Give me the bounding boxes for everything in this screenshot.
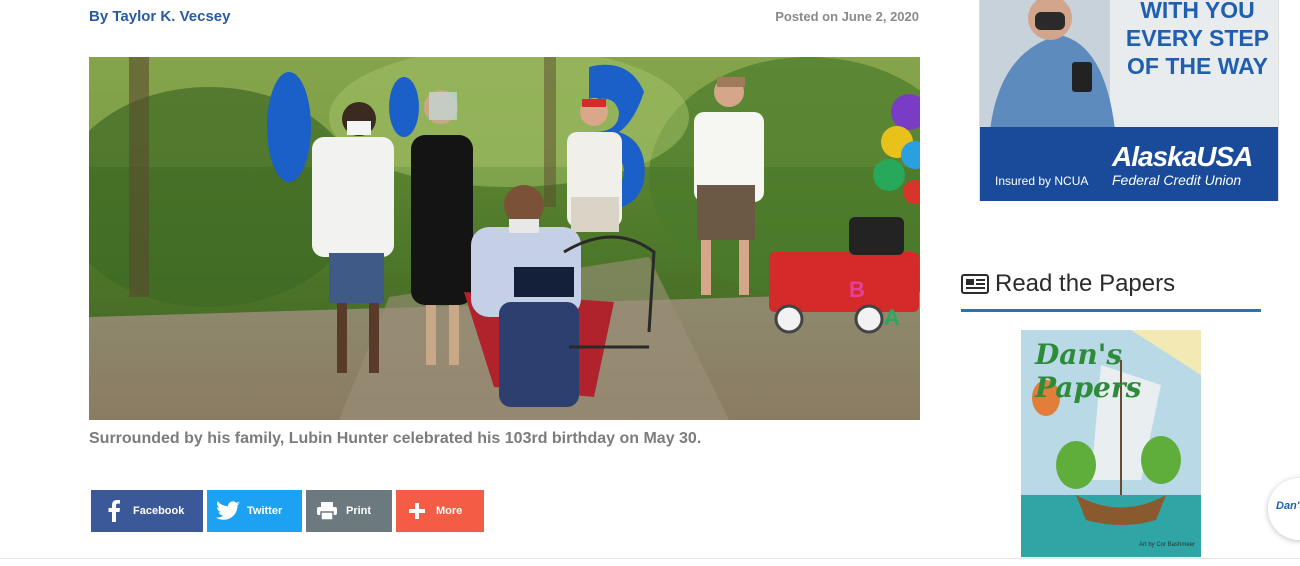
byline[interactable]: By Taylor K. Vecsey	[89, 8, 230, 25]
heading-underline	[961, 309, 1261, 312]
twitter-icon	[215, 498, 241, 524]
print-label: Print	[346, 505, 372, 517]
alaska-usa-ad[interactable]: WITH YOU EVERY STEP OF THE WAY Insured b…	[979, 0, 1279, 201]
alaska-usa-logo: AlaskaUSA	[1112, 141, 1253, 172]
letter-decoration: A	[884, 305, 900, 330]
papers-title-text: Read the Papers	[995, 270, 1176, 297]
twitter-share-button[interactable]: Twitter	[207, 490, 302, 532]
article-photo: B A	[89, 57, 920, 420]
ad-footer-bar: Insured by NCUA AlaskaUSA Federal Credit…	[980, 127, 1278, 201]
ad-headline-line: WITH YOU	[1140, 0, 1255, 23]
plus-icon	[404, 498, 430, 524]
ad-ncua-text: Insured by NCUA	[995, 174, 1089, 188]
dans-papers-cover[interactable]: Dan's Papers Art by Cor Bashmeer	[1021, 330, 1201, 557]
ad-headline-line: OF THE WAY	[1127, 53, 1268, 79]
posted-date: Posted on June 2, 2020	[775, 9, 919, 24]
more-share-button[interactable]: More	[396, 490, 484, 532]
more-label: More	[436, 505, 463, 517]
photo-caption: Surrounded by his family, Lubin Hunter c…	[89, 430, 702, 447]
twitter-label: Twitter	[247, 505, 283, 517]
facebook-share-button[interactable]: Facebook	[91, 490, 203, 532]
read-the-papers-heading: Read the Papers	[961, 270, 1175, 298]
facebook-label: Facebook	[133, 505, 185, 517]
print-button[interactable]: Print	[306, 490, 392, 532]
alaska-usa-logo-subtitle: Federal Credit Union	[1112, 172, 1242, 188]
cover-brand: Dan's Papers	[1035, 338, 1142, 404]
newspaper-icon	[961, 274, 989, 294]
floating-button-label: Dan's	[1276, 500, 1300, 512]
ad-headline: WITH YOU EVERY STEP OF THE WAY	[1120, 0, 1275, 80]
divider	[0, 558, 1300, 559]
letter-decoration: B	[849, 277, 865, 302]
ad-headline-line: EVERY STEP	[1125, 25, 1270, 51]
cover-credit: Art by Cor Bashmeer	[1139, 542, 1196, 548]
print-icon	[314, 498, 340, 524]
facebook-icon	[101, 498, 127, 524]
floating-dans-papers-button[interactable]: Dan's	[1268, 478, 1300, 540]
